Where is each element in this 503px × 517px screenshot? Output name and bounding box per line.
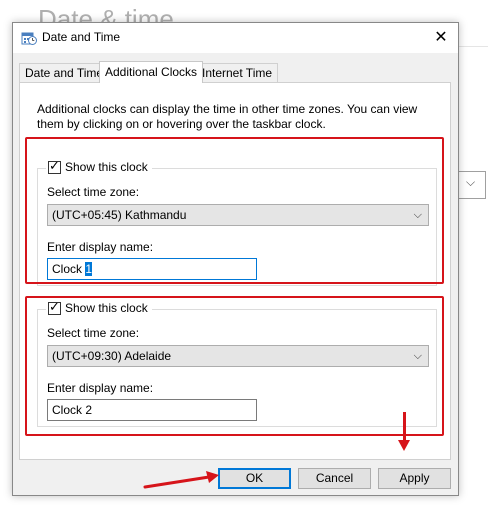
annotation-box-clock-2 — [25, 296, 444, 436]
tab-additional-clocks[interactable]: Additional Clocks — [99, 61, 204, 83]
date-time-icon — [21, 32, 37, 45]
apply-button[interactable]: Apply — [378, 468, 451, 489]
tab-date-and-time[interactable]: Date and Time — [19, 63, 110, 82]
intro-text: Additional clocks can display the time i… — [37, 102, 418, 131]
annotation-box-clock-1 — [25, 137, 444, 284]
close-icon: ✕ — [434, 29, 448, 46]
dialog-titlebar[interactable]: Date and Time ✕ — [13, 23, 458, 53]
annotation-arrow-ok — [143, 471, 219, 489]
settings-dropdown[interactable]: ⌵ — [456, 171, 486, 199]
annotation-arrow-apply-head — [398, 440, 410, 451]
settings-divider — [458, 46, 488, 47]
chevron-down-icon: ⌵ — [466, 175, 476, 189]
settings-page-strip — [458, 0, 503, 517]
close-button[interactable]: ✕ — [424, 23, 458, 53]
annotation-arrow-apply-shaft — [403, 412, 406, 442]
tab-internet-time[interactable]: Internet Time — [196, 63, 279, 82]
cancel-button[interactable]: Cancel — [298, 468, 371, 489]
ok-button[interactable]: OK — [218, 468, 291, 489]
dialog-title: Date and Time — [42, 30, 121, 44]
